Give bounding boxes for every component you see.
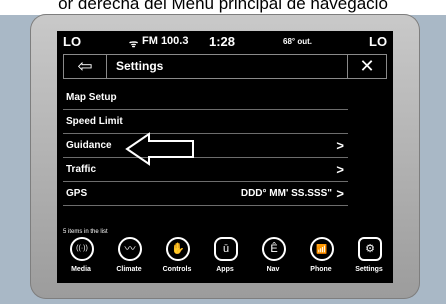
tab-climate[interactable]: 〰 Climate <box>105 234 153 283</box>
tab-controls[interactable]: ✋ Controls <box>153 234 201 283</box>
climate-icon: 〰 <box>118 237 142 261</box>
tab-label: Settings <box>355 266 383 273</box>
tab-label: Apps <box>216 266 234 273</box>
tab-label: Phone <box>310 266 332 273</box>
tab-label: Controls <box>162 266 192 273</box>
tab-media[interactable]: ((·)) Media <box>57 234 105 283</box>
tab-label: Media <box>71 266 91 273</box>
nav-icon: Ê <box>262 237 286 261</box>
radio-icon: ((·)) <box>70 237 94 261</box>
bottom-nav: ((·)) Media 〰 Climate ✋ Controls ū Apps … <box>57 234 393 283</box>
tab-nav[interactable]: Ê Nav <box>249 234 297 283</box>
tab-settings[interactable]: ⚙ Settings <box>345 234 393 283</box>
phone-icon: 📶 <box>310 237 334 261</box>
apps-icon: ū <box>214 237 238 261</box>
page-caption: or derecha del Menú principal de navegac… <box>0 0 446 15</box>
touch-screen: LO ᯤ FM 100.3 1:28 68° out. LO ⇦ Setting… <box>57 31 393 283</box>
settings-icon: ⚙ <box>358 237 382 261</box>
tab-label: Climate <box>116 266 142 273</box>
tab-apps[interactable]: ū Apps <box>201 234 249 283</box>
controls-icon: ✋ <box>166 237 190 261</box>
tab-label: Nav <box>266 266 280 273</box>
tab-phone[interactable]: 📶 Phone <box>297 234 345 283</box>
